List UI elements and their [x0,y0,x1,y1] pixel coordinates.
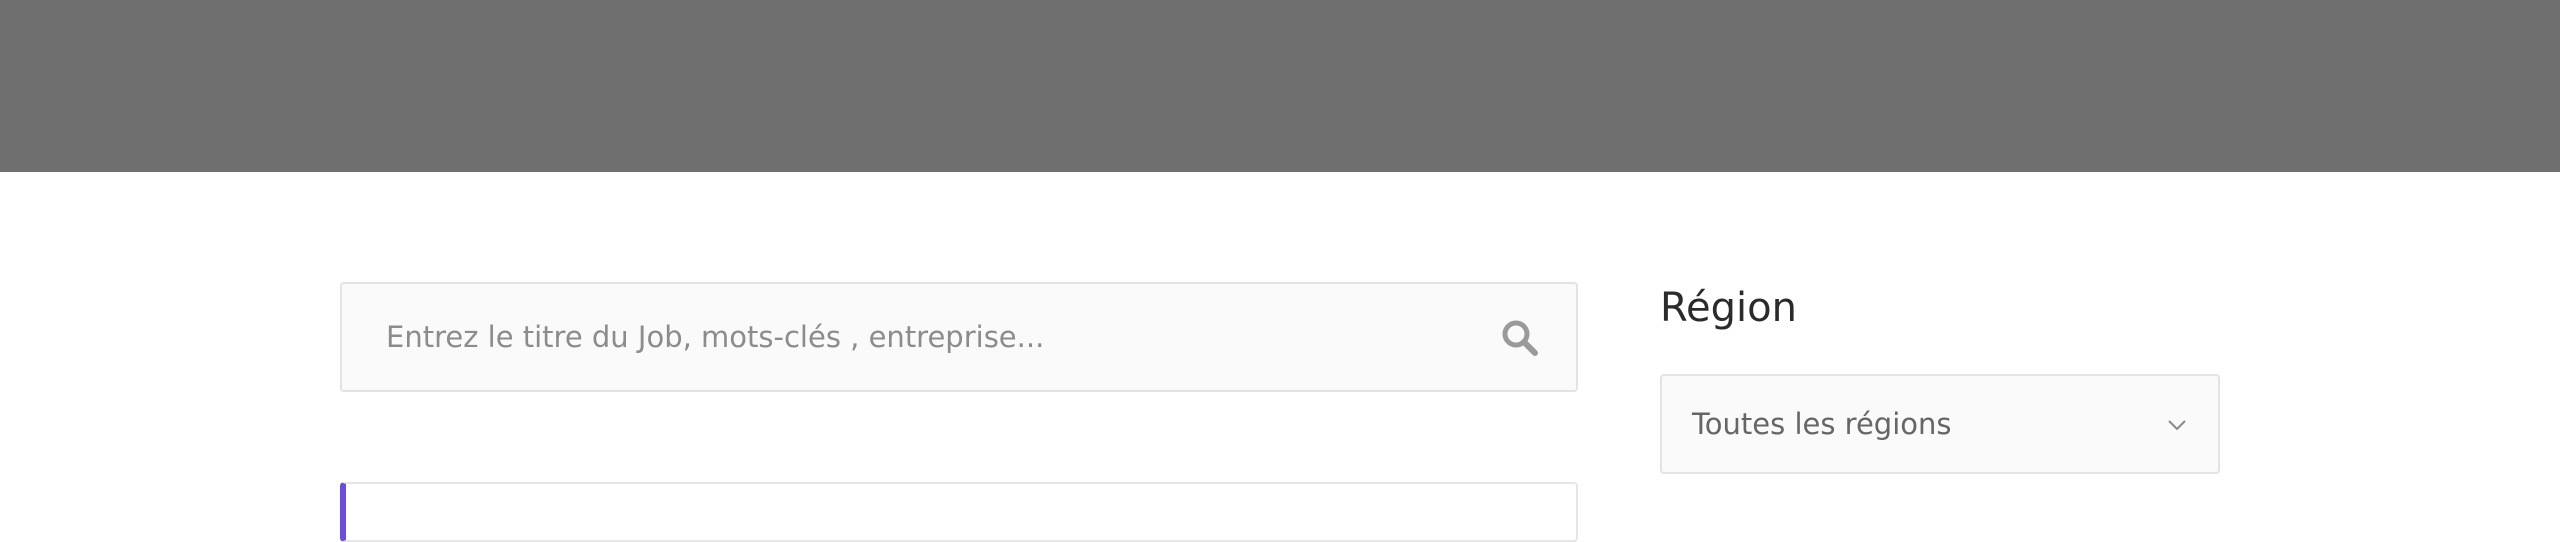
search-icon[interactable] [1500,318,1540,358]
region-title: Région [1660,285,1797,331]
top-banner [0,0,2560,172]
chevron-down-icon [2166,414,2188,436]
region-select[interactable]: Toutes les régions [1660,374,2220,474]
job-card[interactable] [340,482,1578,542]
search-input[interactable] [386,284,1466,390]
search-box[interactable] [340,282,1578,392]
region-select-value: Toutes les régions [1692,407,1952,441]
